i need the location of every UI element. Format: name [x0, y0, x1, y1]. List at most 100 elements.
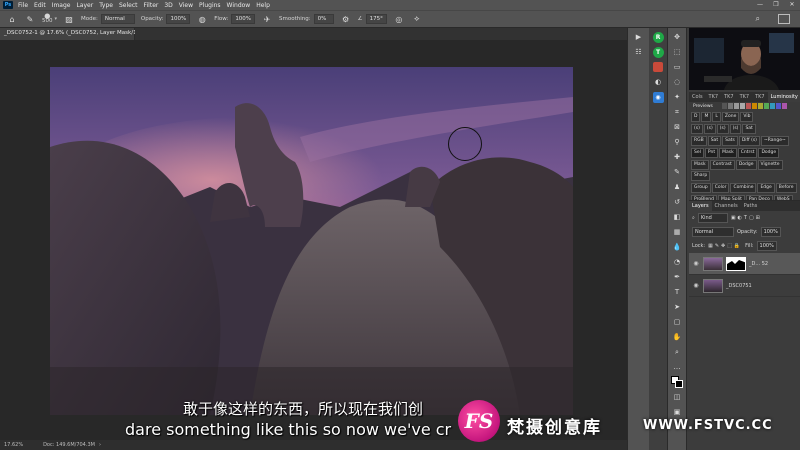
blur-icon[interactable]: 💧	[671, 241, 683, 253]
frame-tool-icon[interactable]: ⊠	[671, 121, 683, 133]
menu-type[interactable]: Type	[96, 2, 116, 9]
blend-mode-select[interactable]: Normal	[692, 227, 734, 237]
lum-btn-m[interactable]: M	[701, 112, 712, 122]
airbrush-icon[interactable]: ✈	[261, 13, 273, 25]
close-button[interactable]: ✕	[784, 0, 800, 10]
menu-3d[interactable]: 3D	[161, 2, 175, 9]
lum-btn-vignette[interactable]: Vignette	[757, 160, 783, 170]
lum-btn-d[interactable]: D	[691, 112, 701, 122]
minimize-button[interactable]: —	[752, 0, 768, 10]
search-icon[interactable]: ⌕	[756, 14, 760, 24]
type-tool-icon[interactable]: T	[671, 286, 683, 298]
history-brush-icon[interactable]: ↺	[671, 196, 683, 208]
tab-cols[interactable]: Cols	[689, 94, 706, 100]
learn-icon[interactable]: ☷	[633, 46, 645, 58]
lum-btn-s4[interactable]: (s)	[729, 124, 742, 134]
pen-icon[interactable]: ✒	[671, 271, 683, 283]
smoothing-settings-icon[interactable]: ⚙	[340, 13, 352, 25]
crop-tool-icon[interactable]: ⌗	[671, 106, 683, 118]
lum-btn-zone[interactable]: Zone	[721, 112, 740, 122]
document-tab[interactable]: _DSC0752-1 @ 17.6% (_DSC0752, Layer Mask…	[0, 28, 153, 40]
layer-row[interactable]: ◉ _D... 52	[689, 253, 800, 275]
path-select-icon[interactable]: ➤	[671, 301, 683, 313]
lum-btn-sharp[interactable]: Sharp	[691, 171, 711, 181]
menu-edit[interactable]: Edit	[31, 2, 49, 9]
lasso-tool-icon[interactable]: ◌	[671, 76, 683, 88]
lum-btn-edge[interactable]: Edge	[757, 183, 775, 193]
screen-mode-icon[interactable]: ▣	[671, 406, 683, 418]
lum-btn-group[interactable]: Group	[691, 183, 711, 193]
healing-brush-icon[interactable]: ✚	[671, 151, 683, 163]
color-picker-icon[interactable]: ◐	[652, 76, 664, 88]
brush-tool-icon[interactable]: ✎	[24, 13, 36, 25]
menu-window[interactable]: Window	[224, 2, 254, 9]
lum-btn-sel[interactable]: Sel	[691, 148, 704, 158]
flow-field[interactable]: 100%	[231, 14, 256, 24]
gradient-icon[interactable]: ▦	[671, 226, 683, 238]
quick-select-icon[interactable]: ✦	[671, 91, 683, 103]
lum-btn-mask[interactable]: Mask	[719, 148, 737, 158]
menu-filter[interactable]: Filter	[141, 2, 162, 9]
home-icon[interactable]: ⌂	[6, 13, 18, 25]
tab-tk7-2[interactable]: TK7	[721, 94, 737, 100]
visibility-eye-icon[interactable]: ◉	[692, 282, 700, 289]
quick-mask-icon[interactable]: ◫	[671, 391, 683, 403]
menu-select[interactable]: Select	[116, 2, 141, 9]
document-image[interactable]	[50, 67, 573, 415]
tab-luminosity[interactable]: Luminosity	[767, 92, 800, 102]
layer-kind-select[interactable]: Kind	[697, 213, 728, 223]
pressure-opacity-icon[interactable]: ◍	[196, 13, 208, 25]
lum-btn-diff[interactable]: Diff (s)	[738, 136, 760, 146]
menu-view[interactable]: View	[176, 2, 196, 9]
symmetry-icon[interactable]: ⟡	[411, 13, 423, 25]
lum-btn-range[interactable]: ~Range~	[760, 136, 789, 146]
lum-btn-s3[interactable]: (s)	[716, 124, 729, 134]
play-icon[interactable]: ▶	[633, 31, 645, 43]
workspace-icon[interactable]	[778, 14, 790, 24]
clone-stamp-icon[interactable]: ♟	[671, 181, 683, 193]
plugin-blue-icon[interactable]: ◉	[652, 92, 664, 103]
menu-layer[interactable]: Layer	[73, 2, 96, 9]
lum-btn-sat2[interactable]: Sat	[707, 136, 722, 146]
lum-btn-sats[interactable]: Sats	[722, 136, 738, 146]
plugin-red-icon[interactable]	[653, 62, 663, 72]
layer-opacity-field[interactable]: 100%	[760, 227, 781, 237]
status-menu-icon[interactable]: ›	[99, 442, 101, 448]
lum-btn-cntrst[interactable]: Cntrst	[737, 148, 758, 158]
move-tool-icon[interactable]: ✥	[671, 31, 683, 43]
lum-btn-pnt[interactable]: Pnt	[704, 148, 719, 158]
more-tools-icon[interactable]: …	[671, 361, 683, 373]
tab-tk7-4[interactable]: TK7	[752, 94, 768, 100]
angle-field[interactable]: 175°	[365, 14, 387, 24]
tab-layers[interactable]: Layers	[689, 201, 712, 211]
lock-icons[interactable]: ▦✎✥⬚🔒	[708, 243, 742, 249]
pressure-size-icon[interactable]: ◎	[393, 13, 405, 25]
smoothing-field[interactable]: 0%	[313, 14, 334, 24]
lum-btn-contrast[interactable]: Contrast	[709, 160, 735, 170]
eyedropper-icon[interactable]: ⚲	[671, 136, 683, 148]
mode-select[interactable]: Normal	[100, 14, 135, 24]
artboard-tool-icon[interactable]: ⬚	[671, 46, 683, 58]
hand-tool-icon[interactable]: ✋	[671, 331, 683, 343]
tab-paths[interactable]: Paths	[741, 203, 761, 209]
fill-field[interactable]: 100%	[756, 241, 777, 251]
zoom-level[interactable]: 17.62%	[4, 442, 23, 448]
menu-plugins[interactable]: Plugins	[196, 2, 224, 9]
tab-tk7-1[interactable]: TK7	[706, 94, 722, 100]
eraser-icon[interactable]: ◧	[671, 211, 683, 223]
zoom-tool-icon[interactable]: ⌕	[671, 346, 683, 358]
lum-btn-dodge2[interactable]: Dodge	[735, 160, 757, 170]
tab-tk7-3[interactable]: TK7	[737, 94, 753, 100]
filter-icons[interactable]: ▣◐T▢⊞	[731, 215, 762, 221]
lum-btn-vib[interactable]: Vib	[740, 112, 754, 122]
lum-btn-sat[interactable]: Sat	[742, 124, 756, 134]
lum-btn-l[interactable]: L	[712, 112, 721, 122]
lum-btn-color[interactable]: Color	[711, 183, 730, 193]
lum-btn-mask2[interactable]: Mask	[691, 160, 709, 170]
menu-file[interactable]: File	[15, 2, 31, 9]
menu-image[interactable]: Image	[49, 2, 74, 9]
lum-btn-s2[interactable]: (s)	[703, 124, 716, 134]
brush-preset-picker[interactable]: ● 500 ▾	[42, 13, 57, 24]
marquee-tool-icon[interactable]: ▭	[671, 61, 683, 73]
tab-channels[interactable]: Channels	[712, 203, 741, 209]
